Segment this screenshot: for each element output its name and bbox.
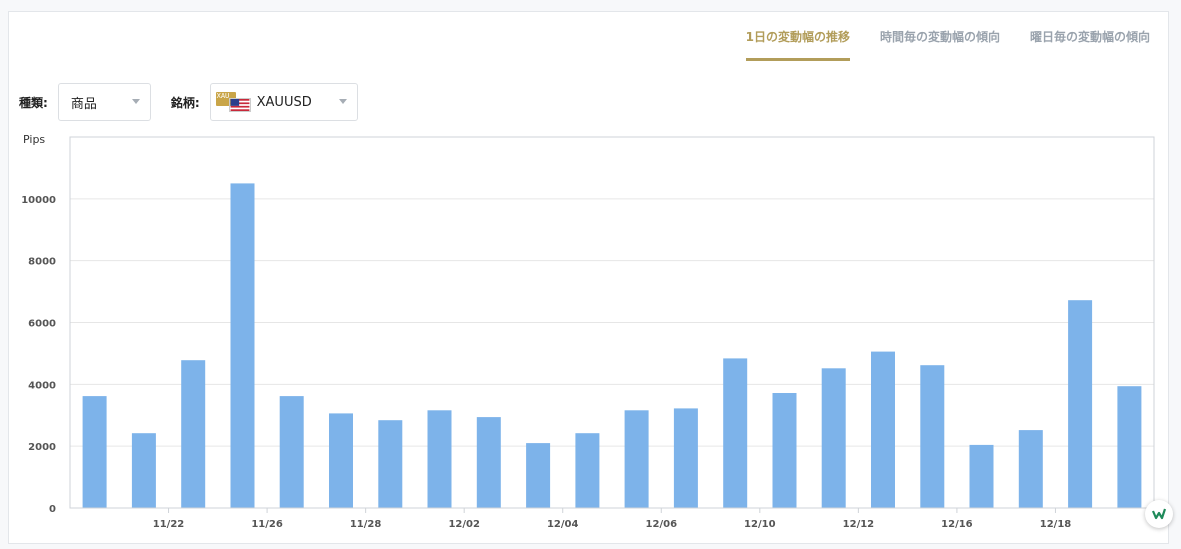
bar[interactable] [673, 408, 698, 508]
bars [82, 183, 1142, 508]
bar[interactable] [1117, 386, 1142, 508]
x-tick-label: 12/18 [1040, 519, 1072, 530]
bar[interactable] [427, 410, 452, 508]
bar[interactable] [526, 443, 551, 508]
bar[interactable] [871, 351, 895, 508]
x-tick-label: 12/04 [547, 519, 579, 530]
x-tick-label: 11/22 [153, 519, 185, 530]
x-axis: 11/22 11/26 11/28 12/02 12/04 12/06 12/10 12/12… [153, 508, 1072, 530]
y-tick-label: 10000 [21, 195, 56, 206]
bar[interactable] [131, 433, 156, 508]
bar[interactable] [230, 183, 255, 508]
y-tick-label: 8000 [28, 257, 56, 268]
widget-launcher-button[interactable] [1145, 500, 1173, 528]
bar[interactable] [575, 433, 600, 508]
chart-panel: 1日の変動幅の推移 時間毎の変動幅の傾向 曜日毎の変動幅の傾向 種類: 商品 銘… [8, 11, 1173, 544]
x-tick-label: 11/26 [251, 519, 283, 530]
x-tick-label: 12/10 [744, 519, 776, 530]
y-tick-label: 0 [49, 504, 56, 515]
bar[interactable] [920, 365, 945, 508]
logo-icon [1151, 508, 1167, 520]
range-bar-chart: 0 2000 4000 6000 8000 10000 11/22 11/26 11/28 12… [21, 136, 1155, 530]
x-tick-label: 12/12 [843, 519, 875, 530]
bar[interactable] [624, 410, 649, 508]
bar[interactable] [181, 360, 206, 508]
x-tick-label: 12/06 [646, 519, 678, 530]
bar[interactable] [723, 358, 748, 508]
bar[interactable] [279, 396, 304, 508]
bar[interactable] [821, 368, 846, 508]
bar[interactable] [1018, 430, 1043, 508]
x-tick-label: 11/28 [350, 519, 382, 530]
y-tick-label: 6000 [28, 319, 56, 330]
bar[interactable] [329, 413, 353, 508]
x-tick-label: 12/02 [448, 519, 480, 530]
y-tick-label: 4000 [28, 380, 56, 391]
bar[interactable] [82, 396, 107, 508]
bar[interactable] [772, 393, 797, 508]
y-axis: 0 2000 4000 6000 8000 10000 [21, 195, 56, 515]
y-tick-label: 2000 [28, 442, 56, 453]
x-tick-label: 12/16 [941, 519, 973, 530]
bar[interactable] [969, 444, 994, 508]
bar[interactable] [476, 417, 501, 508]
bar[interactable] [378, 420, 403, 508]
bar[interactable] [1068, 300, 1093, 508]
